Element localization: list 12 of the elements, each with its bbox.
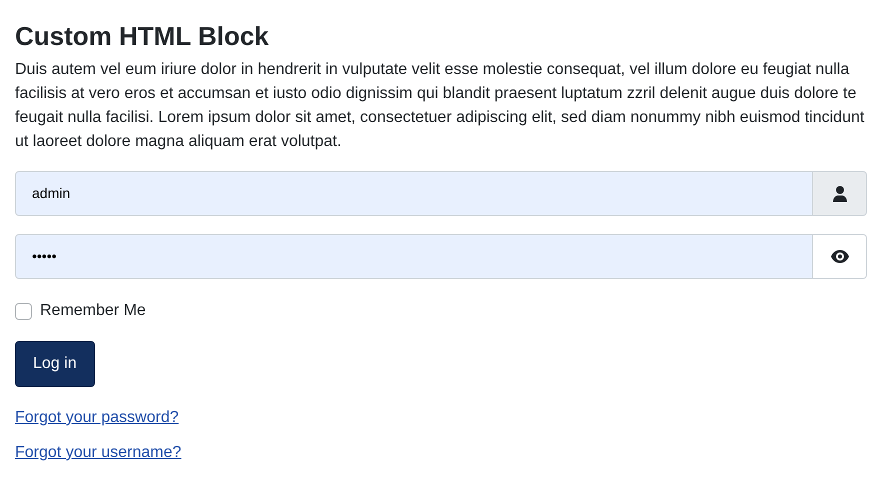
remember-label: Remember Me: [40, 301, 146, 321]
forgot-link[interactable]: Forgot your password?: [15, 407, 179, 429]
login-button[interactable]: Log in: [15, 341, 95, 387]
username-field[interactable]: admin: [15, 171, 813, 216]
person-icon: [832, 186, 846, 202]
description-paragraph: Duis autem vel eum iriure dolor in hendrerit in vulputate velit esse molestie consequat, vel illum dolore eu feugiat nulla facilisis at vero eros et accumsan et iusto odio dignissim qui blandit praesent luptatum zzril delenit augue duis dolore te feugait nulla facilisi. Lorem ipsum dolor sit amet, consectetuer adipiscing elit, sed diam nonummy nibh euismod tincidunt ut laoreet dolore magna aliquam erat volutpat.: [15, 60, 865, 152]
show-password-button[interactable]: [813, 234, 867, 279]
forgot-link[interactable]: Forgot your username?: [15, 442, 182, 464]
eye-icon: [830, 250, 848, 263]
remember-checkbox[interactable]: [15, 302, 32, 320]
password-field[interactable]: •••••: [15, 234, 813, 279]
block-title: Custom HTML Block: [15, 20, 270, 52]
